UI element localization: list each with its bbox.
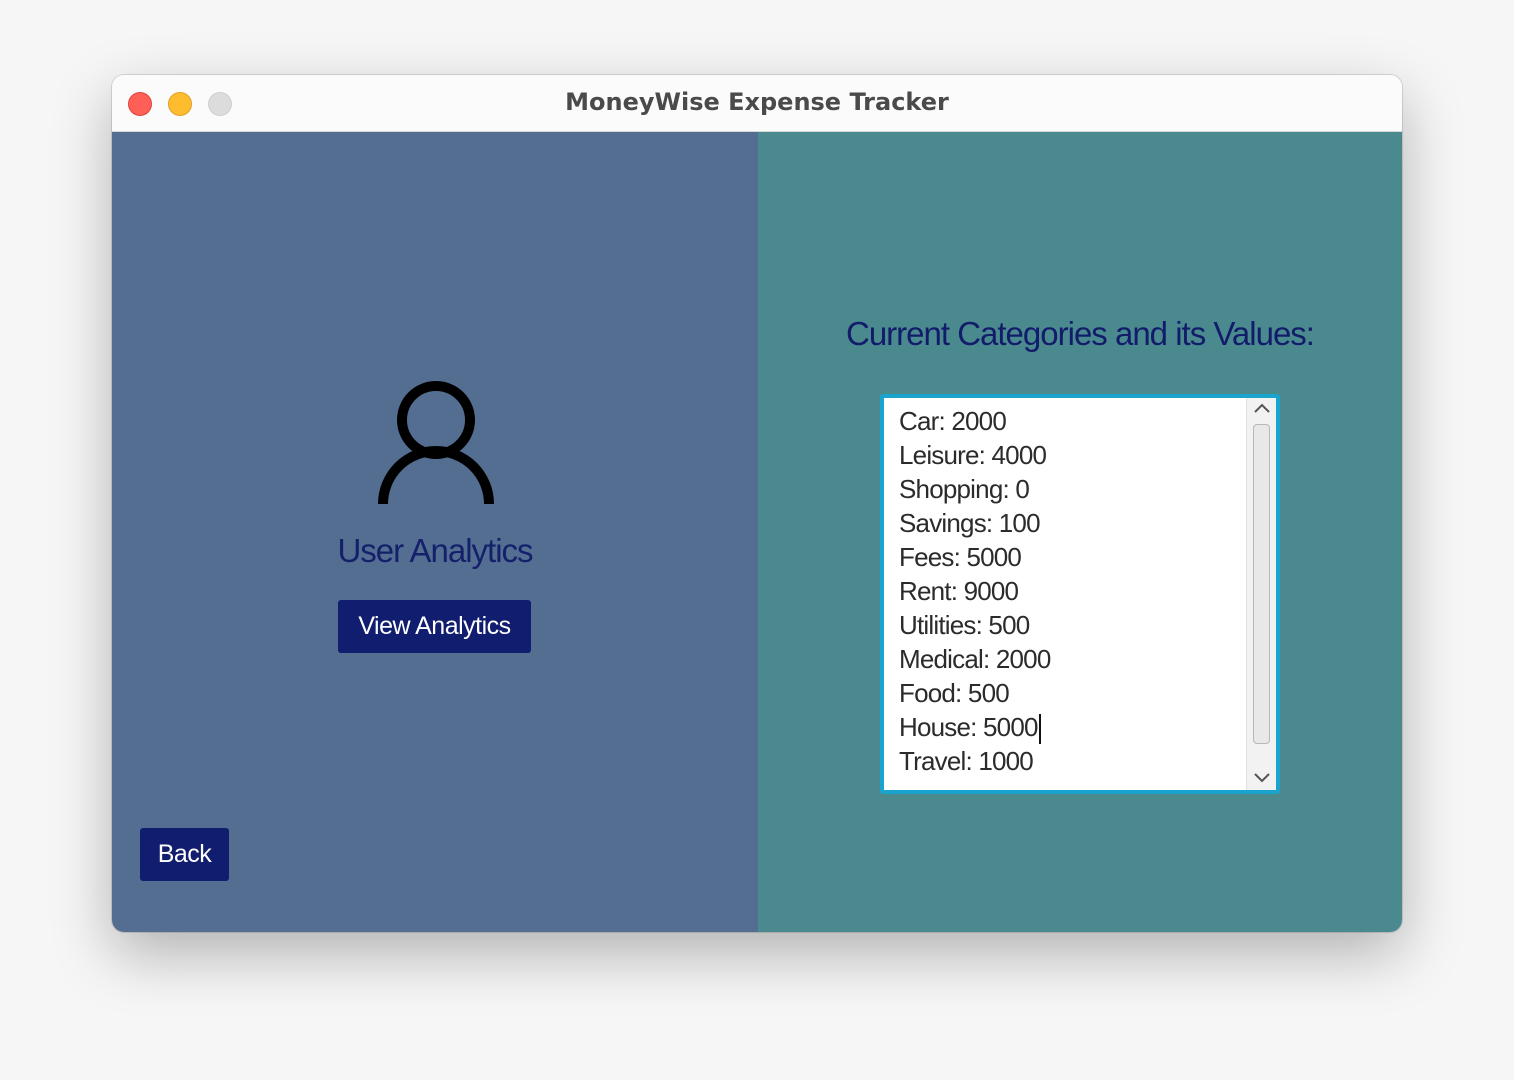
- user-icon: [378, 381, 494, 504]
- category-line: Food: 500: [899, 678, 1010, 708]
- categories-panel: Current Categories and its Values: Car: …: [758, 132, 1402, 932]
- category-line: Car: 2000: [899, 406, 1007, 436]
- category-line: Shopping: 0: [899, 474, 1030, 504]
- categories-list[interactable]: Car: 2000 Leisure: 4000 Shopping: 0 Savi…: [885, 399, 1247, 789]
- category-line: Utilities: 500: [899, 610, 1030, 640]
- category-line-with-caret: House: 5000: [899, 710, 1041, 745]
- app-window: MoneyWise Expense Tracker User Analytics…: [112, 75, 1402, 932]
- category-line: Medical: 2000: [899, 644, 1051, 674]
- text-cursor: [1038, 714, 1041, 745]
- category-line: Rent: 9000: [899, 576, 1019, 606]
- back-button[interactable]: Back: [140, 828, 229, 881]
- scroll-up-arrow-icon[interactable]: [1252, 400, 1272, 416]
- category-line: Fees: 5000: [899, 542, 1022, 572]
- category-line: Savings: 100: [899, 508, 1041, 538]
- categories-text-area[interactable]: Car: 2000 Leisure: 4000 Shopping: 0 Savi…: [880, 394, 1280, 794]
- category-line: Leisure: 4000: [899, 440, 1047, 470]
- categories-heading: Current Categories and its Values:: [846, 315, 1315, 352]
- user-analytics-panel: User Analytics View Analytics Back: [112, 132, 758, 932]
- category-line-text: House: 5000: [899, 712, 1038, 742]
- category-line: Travel: 1000: [899, 746, 1034, 776]
- main-content: User Analytics View Analytics Back Curre…: [112, 132, 1402, 932]
- scrollbar-thumb[interactable]: [1253, 424, 1270, 744]
- title-bar: MoneyWise Expense Tracker: [112, 75, 1402, 132]
- user-analytics-heading: User Analytics: [337, 532, 533, 569]
- vertical-scrollbar[interactable]: [1246, 398, 1276, 790]
- scroll-down-arrow-icon[interactable]: [1252, 770, 1272, 786]
- window-title: MoneyWise Expense Tracker: [565, 88, 949, 116]
- view-analytics-button[interactable]: View Analytics: [338, 600, 531, 653]
